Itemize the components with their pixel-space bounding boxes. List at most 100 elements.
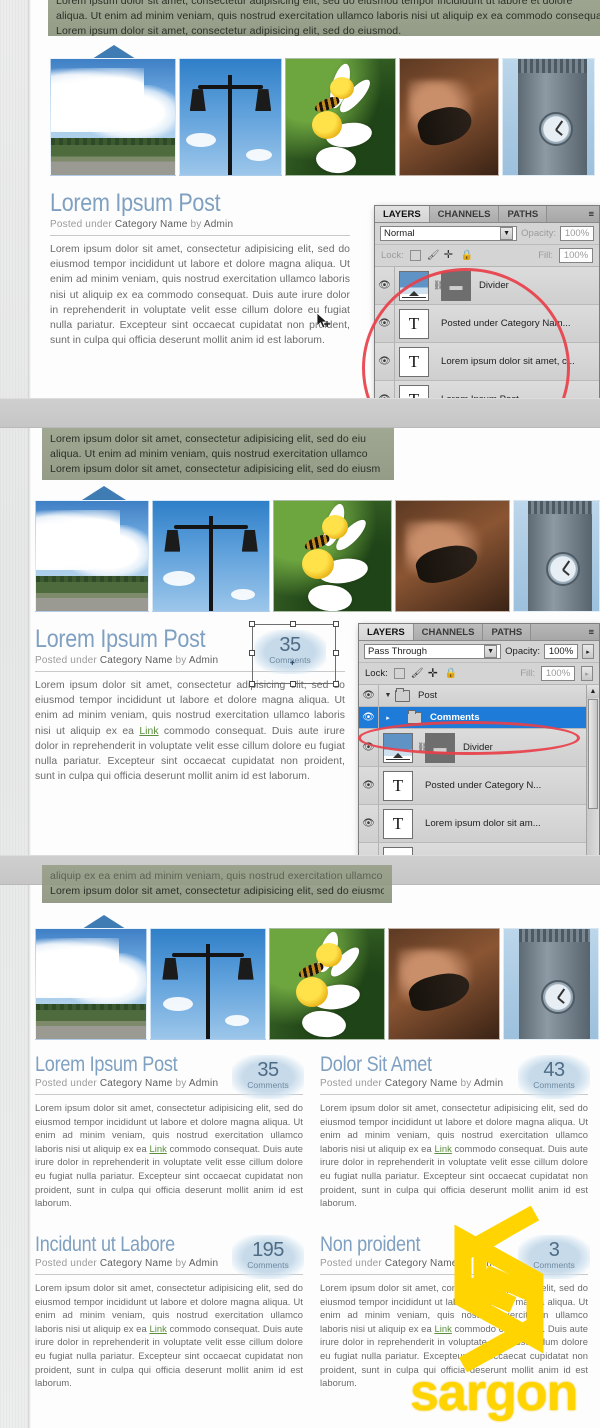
layer-row-group-post[interactable]: 👁 ▼ Post	[359, 685, 599, 707]
layer-name[interactable]: Divider	[471, 280, 509, 291]
post-title-grid-1[interactable]: Lorem Ipsum Post	[35, 1053, 265, 1076]
lock-all-icon-1[interactable]: 🔒	[461, 250, 473, 261]
fill-value-1[interactable]: 100%	[559, 248, 593, 263]
layer-row-posted-under-2[interactable]: 👁 T Posted under Category N...	[359, 767, 599, 805]
lock-brush-icon-2[interactable]: 🖌	[411, 668, 424, 679]
thumb-street-lamp-photo[interactable]	[150, 928, 266, 1040]
eye-icon[interactable]: 👁	[375, 305, 395, 342]
thumb-clouds-road-photo[interactable]	[35, 928, 147, 1040]
layer-row-lorem-body-2[interactable]: 👁 T Lorem ipsum dolor sit am...	[359, 805, 599, 843]
meta-category-link[interactable]: Category Name	[385, 1078, 458, 1089]
layer-list-scrollbar[interactable]: ▲ ▼	[586, 685, 599, 855]
tab-layers[interactable]: LAYERS	[359, 624, 414, 640]
eye-icon[interactable]: 👁	[375, 381, 395, 398]
eye-icon[interactable]: 👁	[359, 685, 379, 706]
lock-all-icon-2[interactable]: 🔒	[445, 668, 457, 679]
thumb-street-lamp-photo[interactable]	[151, 500, 271, 612]
comments-badge-grid-4[interactable]: 3 Comments	[518, 1235, 590, 1279]
chevron-down-icon-2[interactable]: ▼	[484, 645, 498, 658]
thumb-bee-flower-photo[interactable]	[285, 58, 397, 176]
thumb-clouds-road-photo[interactable]	[50, 58, 176, 176]
layer-name[interactable]: Divider	[455, 742, 493, 753]
meta-category-link[interactable]: Category Name	[385, 1258, 458, 1269]
thumb-street-lamp-photo[interactable]	[178, 58, 283, 176]
transform-handle-tr[interactable]	[333, 621, 339, 627]
layer-name[interactable]: Comments	[422, 712, 480, 723]
lock-move-icon-1[interactable]: ✛	[444, 250, 455, 261]
opacity-stepper-icon[interactable]: ▸	[582, 644, 594, 659]
meta-author-link[interactable]: Admin	[189, 655, 218, 666]
eye-icon[interactable]: 👁	[359, 843, 379, 855]
inline-link[interactable]: Link	[149, 1323, 166, 1334]
thumb-hands-craft-photo[interactable]	[399, 58, 500, 176]
meta-category-link[interactable]: Category Name	[100, 655, 173, 666]
meta-category-link[interactable]: Category Name	[100, 1258, 173, 1269]
layer-row-lorem-ipsum-post-1[interactable]: 👁 T Lorem Ipsum Post	[375, 381, 599, 398]
transform-handle-tc[interactable]	[290, 621, 296, 627]
layers-panel-2[interactable]: LAYERS CHANNELS PATHS ≡ Pass Through ▼ O…	[358, 623, 600, 855]
layer-row-lorem-ipsum-post-2[interactable]: 👁 T Lorem Ipsum Post	[359, 843, 599, 855]
layer-name[interactable]: Lorem ipsum dolor sit am...	[417, 818, 541, 829]
lock-transparency-icon-2[interactable]	[393, 668, 405, 679]
tab-channels[interactable]: CHANNELS	[429, 206, 500, 222]
eye-icon[interactable]: 👁	[375, 343, 395, 380]
layer-name[interactable]: Posted under Category N...	[417, 780, 541, 791]
meta-category-link[interactable]: Category Name	[115, 219, 188, 230]
comments-badge-grid-1[interactable]: 35 Comments	[232, 1055, 304, 1099]
meta-author-link[interactable]: Admin	[189, 1258, 218, 1269]
link-mask-icon[interactable]: ⛓	[433, 280, 444, 291]
inline-link[interactable]: Link	[139, 726, 158, 737]
eye-icon[interactable]: 👁	[359, 729, 379, 766]
layer-name[interactable]: Lorem ipsum dolor sit amet, c...	[433, 356, 575, 367]
post-title-1[interactable]: Lorem Ipsum Post	[50, 190, 308, 217]
eye-icon[interactable]: 👁	[359, 805, 379, 842]
meta-author-link[interactable]: Admin	[204, 219, 233, 230]
link-mask-icon[interactable]: ⛓	[417, 742, 428, 753]
chevron-down-icon-1[interactable]: ▼	[500, 227, 514, 240]
transform-handle-bc[interactable]	[290, 681, 296, 687]
thumb-hands-craft-photo[interactable]	[395, 500, 510, 612]
transform-handle-bl[interactable]	[249, 681, 255, 687]
eye-icon[interactable]: 👁	[375, 267, 395, 304]
thumb-clock-tower-photo[interactable]	[502, 58, 595, 176]
fill-value-2[interactable]: 100%	[541, 666, 575, 681]
panel-menu-icon[interactable]: ≡	[583, 206, 599, 222]
layer-name[interactable]: Post	[410, 690, 437, 701]
comments-badge-grid-2[interactable]: 43 Comments	[518, 1055, 590, 1099]
layer-mask-thumbnail[interactable]: ▬	[425, 732, 455, 763]
tab-layers[interactable]: LAYERS	[375, 206, 430, 222]
thumb-hands-craft-photo[interactable]	[388, 928, 500, 1040]
meta-category-link[interactable]: Category Name	[100, 1078, 173, 1089]
transform-handle-mr[interactable]	[333, 650, 339, 656]
blend-mode-select-1[interactable]: Normal ▼	[380, 226, 518, 241]
opacity-value-2[interactable]: 100%	[544, 644, 578, 659]
comments-badge-grid-3[interactable]: 195 Comments	[232, 1235, 304, 1279]
tab-channels[interactable]: CHANNELS	[413, 624, 484, 640]
meta-author-link[interactable]: Admin	[189, 1078, 218, 1089]
inline-link[interactable]: Link	[149, 1143, 166, 1154]
panel-menu-icon[interactable]: ≡	[583, 624, 599, 640]
layer-name[interactable]: Posted under Category Nam...	[433, 318, 571, 329]
opacity-value-1[interactable]: 100%	[560, 226, 594, 241]
transform-handle-br[interactable]	[333, 681, 339, 687]
thumb-bee-flower-photo[interactable]	[273, 500, 393, 612]
layers-panel-1[interactable]: LAYERS CHANNELS PATHS ≡ Normal ▼ Opacity…	[374, 205, 600, 398]
eye-icon[interactable]: 👁	[359, 707, 379, 728]
inline-link[interactable]: Link	[434, 1143, 451, 1154]
lock-move-icon-2[interactable]: ✛	[428, 667, 439, 679]
post-title-grid-4[interactable]: Non proident	[320, 1233, 550, 1256]
tab-paths[interactable]: PATHS	[499, 206, 548, 222]
thumb-bee-flower-photo[interactable]	[269, 928, 385, 1040]
post-title-grid-3[interactable]: Incidunt ut Labore	[35, 1233, 265, 1256]
post-title-grid-2[interactable]: Dolor Sit Amet	[320, 1053, 550, 1076]
fill-stepper-icon[interactable]: ▸	[581, 666, 593, 681]
tab-paths[interactable]: PATHS	[483, 624, 532, 640]
transform-handle-tl[interactable]	[249, 621, 255, 627]
blend-mode-select-2[interactable]: Pass Through ▼	[364, 644, 502, 659]
inline-link[interactable]: Link	[434, 1323, 451, 1334]
transform-handle-ml[interactable]	[249, 650, 255, 656]
layer-row-group-comments[interactable]: 👁 ▸ Comments	[359, 707, 599, 729]
meta-author-link[interactable]: Admin	[474, 1078, 503, 1089]
thumb-clouds-road-photo[interactable]	[35, 500, 149, 612]
scrollbar-thumb[interactable]	[588, 699, 598, 809]
